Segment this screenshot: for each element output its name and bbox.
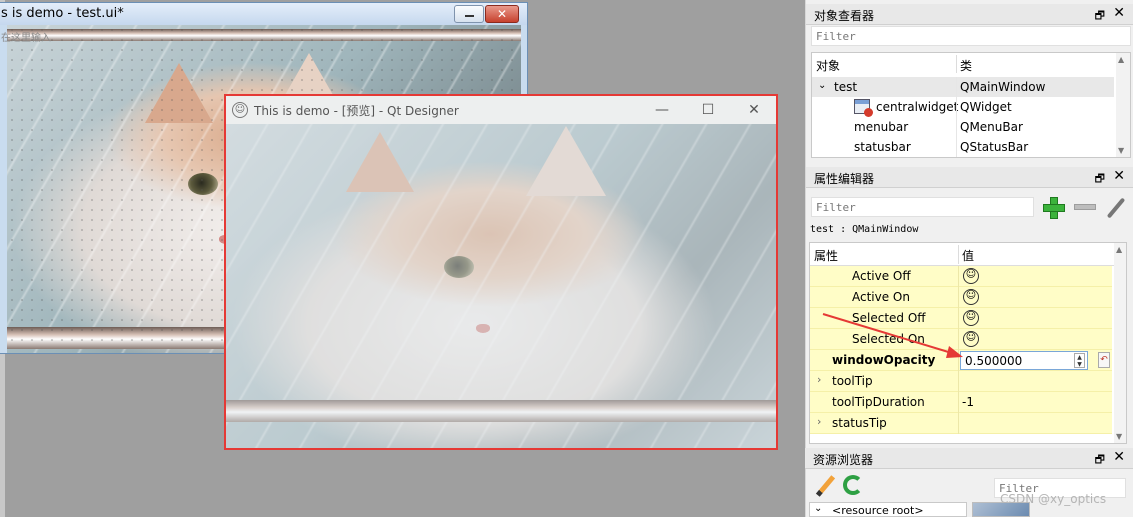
- tree-row-statusbar[interactable]: statusbar QStatusBar: [812, 137, 1114, 157]
- expand-chevron-icon[interactable]: ⌄: [818, 80, 826, 91]
- preview-window[interactable]: ☺ This is demo - [预览] - Qt Designer — ☐ …: [224, 94, 778, 450]
- object-class: QMenuBar: [960, 120, 1023, 134]
- menu-placeholder[interactable]: 在这里输入: [1, 29, 51, 44]
- property-name: toolTip: [832, 374, 873, 388]
- expand-chevron-icon[interactable]: ⌄: [814, 503, 822, 514]
- spin-buttons[interactable]: ▲ ▼: [1074, 353, 1085, 368]
- object-filter-input[interactable]: Filter: [811, 26, 1131, 46]
- reset-property-button[interactable]: ↶: [1098, 352, 1110, 368]
- form-window-titlebar[interactable]: s is demo - test.ui* ✕: [0, 3, 527, 25]
- minimize-button[interactable]: —: [646, 100, 678, 120]
- tree-row-test[interactable]: ⌄ test QMainWindow: [812, 77, 1114, 97]
- expand-chevron-icon[interactable]: ›: [817, 373, 821, 386]
- object-name: statusbar: [854, 140, 911, 154]
- property-filter-input[interactable]: Filter: [811, 197, 1034, 217]
- widget-error-icon: [854, 99, 873, 117]
- col-value[interactable]: 值: [962, 247, 974, 264]
- preview-titlebar[interactable]: ☺ This is demo - [预览] - Qt Designer — ☐ …: [226, 96, 776, 124]
- col-object[interactable]: 对象: [816, 57, 840, 74]
- float-icon[interactable]: 🗗: [1095, 7, 1105, 26]
- property-table-header: 属性 值: [810, 243, 1126, 266]
- object-name: menubar: [854, 120, 909, 134]
- design-area: s is demo - test.ui* ✕ 在这里输入 ☺ This is d…: [0, 0, 805, 517]
- property-editor-header: 属性编辑器 🗗 ✕: [806, 167, 1133, 188]
- close-button[interactable]: ✕: [485, 5, 519, 23]
- property-object-line: test : QMainWindow: [810, 224, 919, 235]
- minimize-button[interactable]: [454, 5, 484, 23]
- property-toolbar: Filter: [811, 195, 1128, 219]
- property-value[interactable]: -1: [962, 395, 974, 409]
- col-class[interactable]: 类: [960, 57, 972, 74]
- property-row-tooltip-duration[interactable]: toolTipDuration -1: [810, 392, 1112, 413]
- resource-browser-header: 资源浏览器 🗗 ✕: [805, 448, 1133, 469]
- object-tree-header: 对象 类: [812, 53, 1130, 75]
- close-icon[interactable]: ✕: [1113, 5, 1125, 21]
- property-name: Active Off: [852, 269, 911, 283]
- resource-root[interactable]: <resource root>: [832, 504, 924, 517]
- float-icon[interactable]: 🗗: [1095, 170, 1105, 189]
- object-name: centralwidget: [876, 100, 959, 114]
- property-row-status-tip[interactable]: › statusTip: [810, 413, 1112, 434]
- preview-title: This is demo - [预览] - Qt Designer: [254, 104, 459, 118]
- remove-property-icon[interactable]: [1074, 204, 1096, 210]
- object-class: QWidget: [960, 100, 1012, 114]
- property-row-tooltip[interactable]: › toolTip: [810, 371, 1112, 392]
- annotation-arrow: [822, 313, 963, 358]
- preview-background-image: [226, 124, 776, 448]
- object-name: test: [834, 80, 858, 94]
- object-tree-scrollbar[interactable]: ▲ ▼: [1116, 53, 1130, 157]
- float-icon[interactable]: 🗗: [1095, 451, 1105, 470]
- object-inspector-header: 对象查看器 🗗 ✕: [806, 4, 1133, 25]
- property-row-active-off[interactable]: Active Off ☺: [810, 266, 1112, 287]
- watermark: CSDN @xy_optics: [1000, 492, 1107, 506]
- close-button[interactable]: ✕: [738, 100, 770, 120]
- close-icon[interactable]: ✕: [1113, 168, 1125, 184]
- property-table-scrollbar[interactable]: ▲ ▼: [1114, 243, 1126, 443]
- object-tree[interactable]: 对象 类 ⌄ test QMainWindow centralwidget QW…: [811, 52, 1131, 158]
- object-class: QMainWindow: [960, 80, 1046, 94]
- minimize-icon: [465, 15, 474, 17]
- add-property-icon[interactable]: [1042, 196, 1065, 219]
- window-opacity-spinbox[interactable]: 0.500000 ▲ ▼: [960, 351, 1088, 370]
- spin-up-icon[interactable]: ▲: [1077, 354, 1082, 361]
- expand-chevron-icon[interactable]: ›: [817, 415, 821, 428]
- reload-icon[interactable]: [843, 475, 863, 495]
- object-inspector-title: 对象查看器: [814, 9, 875, 23]
- property-name: statusTip: [832, 416, 887, 430]
- form-window-title: s is demo - test.ui*: [1, 6, 124, 21]
- tree-row-menubar[interactable]: menubar QMenuBar: [812, 117, 1114, 137]
- spin-down-icon[interactable]: ▼: [1077, 361, 1082, 368]
- configure-icon[interactable]: [1105, 196, 1127, 218]
- smiley-icon[interactable]: ☺: [963, 268, 979, 284]
- close-icon[interactable]: ✕: [1113, 449, 1125, 465]
- resource-browser-title: 资源浏览器: [813, 453, 874, 467]
- property-editor-title: 属性编辑器: [814, 172, 875, 186]
- maximize-button[interactable]: ☐: [692, 100, 724, 120]
- app-icon: ☺: [232, 102, 248, 118]
- edit-resources-icon[interactable]: [813, 474, 837, 498]
- col-property[interactable]: 属性: [814, 247, 838, 264]
- tree-row-centralwidget[interactable]: centralwidget QWidget: [812, 97, 1114, 117]
- resource-tree[interactable]: ⌄ <resource root>: [809, 502, 967, 517]
- property-name: toolTipDuration: [832, 395, 925, 409]
- object-class: QStatusBar: [960, 140, 1029, 154]
